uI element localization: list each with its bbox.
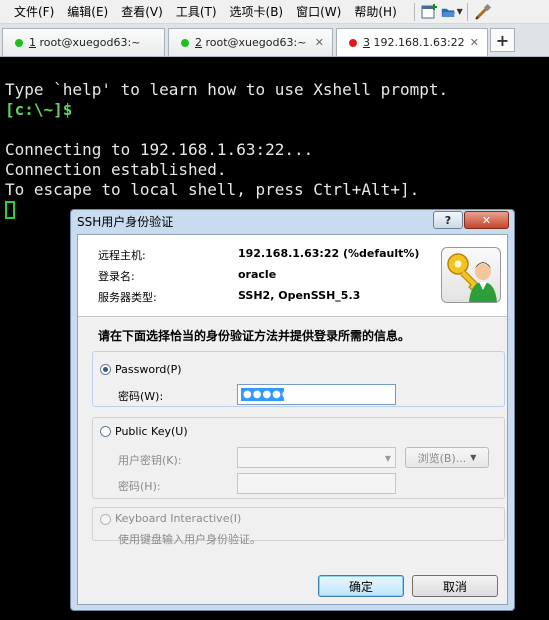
terminal-cursor xyxy=(5,201,15,219)
auth-instruction: 请在下面选择恰当的身份验证方法并提供登录所需的信息。 xyxy=(98,329,411,343)
tab-label: 1 root@xuegod63:~ xyxy=(29,36,141,49)
user-key-avatar-icon xyxy=(441,247,501,303)
menu-edit[interactable]: 编辑(E) xyxy=(67,3,108,20)
menu-bar: 文件(F) 编辑(E) 查看(V) 工具(T) 选项卡(B) 窗口(W) 帮助(… xyxy=(0,0,549,24)
browse-button[interactable]: 浏览(B)... ▼ xyxy=(405,447,489,468)
user-label: 登录名: xyxy=(98,270,135,283)
menu-file[interactable]: 文件(F) xyxy=(14,3,54,20)
menu-view[interactable]: 查看(V) xyxy=(121,3,163,20)
host-label: 远程主机: xyxy=(98,249,146,262)
server-type-label: 服务器类型: xyxy=(98,291,157,304)
tab-label: 3 192.168.1.63:22 xyxy=(363,36,465,49)
password-input[interactable]: ●●●●●● xyxy=(237,384,396,405)
new-tab-button[interactable]: + xyxy=(490,28,515,52)
new-session-button[interactable] xyxy=(419,2,441,22)
terminal-line: Connection established. xyxy=(5,160,227,179)
password-radio-label[interactable]: Password(P) xyxy=(115,363,182,376)
chevron-down-icon: ▼ xyxy=(470,453,477,462)
server-type-value: SSH2, OpenSSH_5.3 xyxy=(238,289,361,302)
keyboard-interactive-radio-label[interactable]: Keyboard Interactive(I) xyxy=(115,512,241,525)
ok-button[interactable]: 确定 xyxy=(318,575,404,597)
open-folder-button[interactable]: ▼ xyxy=(441,2,463,22)
menu-help[interactable]: 帮助(H) xyxy=(354,3,396,20)
passphrase-label: 密码(H): xyxy=(118,480,161,493)
open-folder-icon xyxy=(441,8,455,17)
keyboard-interactive-radio[interactable] xyxy=(100,514,111,525)
passphrase-input[interactable] xyxy=(237,473,396,494)
help-button[interactable]: ? xyxy=(433,211,463,229)
menu-tools[interactable]: 工具(T) xyxy=(176,3,217,20)
toolbar-separator xyxy=(413,2,415,21)
disconnected-status-icon xyxy=(349,38,357,47)
new-session-icon xyxy=(421,3,437,18)
password-input-value: ●●●●●● xyxy=(241,388,302,401)
user-value: oracle xyxy=(238,268,277,281)
session-tab-2[interactable]: 2 root@xuegod63:~ ✕ xyxy=(168,28,333,56)
xshell-window: 文件(F) 编辑(E) 查看(V) 工具(T) 选项卡(B) 窗口(W) 帮助(… xyxy=(0,0,549,620)
user-key-select[interactable]: ▼ xyxy=(237,447,396,468)
ssh-auth-dialog: SSH用户身份验证 ? ✕ 远程主机: 192.168.1.63:22 (%de… xyxy=(70,209,515,611)
browse-button-label: 浏览(B)... xyxy=(417,451,467,465)
session-tab-bar: 1 root@xuegod63:~ 2 root@xuegod63:~ ✕ 3 … xyxy=(0,24,549,57)
tab-close-icon[interactable]: ✕ xyxy=(470,36,479,49)
chevron-down-icon: ▼ xyxy=(384,454,391,463)
toolbar-separator xyxy=(466,2,468,21)
keyboard-interactive-description: 使用键盘输入用户身份验证。 xyxy=(118,533,261,546)
user-key-label: 用户密钥(K): xyxy=(118,454,182,467)
tab-label: 2 root@xuegod63:~ xyxy=(195,36,307,49)
session-tab-1[interactable]: 1 root@xuegod63:~ xyxy=(2,28,165,56)
menu-window[interactable]: 窗口(W) xyxy=(296,3,341,20)
public-key-radio[interactable] xyxy=(100,426,111,437)
terminal-prompt: [c:\~]$ xyxy=(5,100,73,119)
properties-button[interactable] xyxy=(472,2,494,22)
properties-icon xyxy=(475,3,491,20)
terminal-line: Connecting to 192.168.1.63:22... xyxy=(5,140,314,159)
tab-close-icon[interactable]: ✕ xyxy=(315,36,324,49)
terminal-line: Type `help' to learn how to use Xshell p… xyxy=(5,80,449,99)
cancel-button[interactable]: 取消 xyxy=(412,575,498,597)
chevron-down-icon: ▼ xyxy=(456,7,463,16)
dialog-title: SSH用户身份验证 xyxy=(77,215,174,229)
connected-status-icon xyxy=(181,38,189,47)
password-field-label: 密码(W): xyxy=(118,390,164,403)
connected-status-icon xyxy=(15,38,23,47)
public-key-radio-label[interactable]: Public Key(U) xyxy=(115,425,188,438)
close-button[interactable]: ✕ xyxy=(464,211,509,229)
menu-tabs[interactable]: 选项卡(B) xyxy=(230,3,284,20)
dialog-body: 远程主机: 192.168.1.63:22 (%default%) 登录名: o… xyxy=(77,234,508,605)
session-tab-3[interactable]: 3 192.168.1.63:22 ✕ xyxy=(336,28,488,56)
password-radio[interactable] xyxy=(100,364,111,375)
connection-info-panel: 远程主机: 192.168.1.63:22 (%default%) 登录名: o… xyxy=(78,235,507,317)
terminal-line: To escape to local shell, press Ctrl+Alt… xyxy=(5,180,420,199)
host-value: 192.168.1.63:22 (%default%) xyxy=(238,247,420,260)
